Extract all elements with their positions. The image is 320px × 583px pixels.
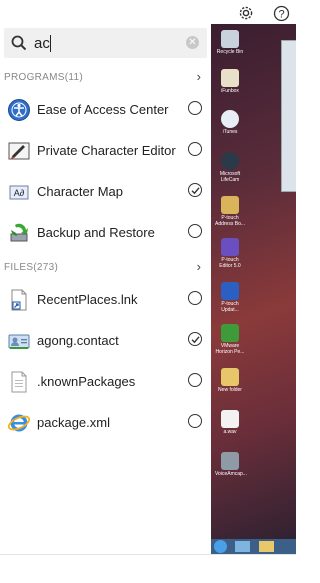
contact-file-icon: [7, 329, 31, 353]
files-expand-chevron-icon[interactable]: ›: [197, 259, 201, 274]
desktop-background: Recycle Bin iFunbox iTunes Microsoft Lif…: [211, 24, 296, 554]
program-label: Backup and Restore: [37, 225, 155, 240]
taskbar-ie-icon[interactable]: [235, 541, 250, 552]
programs-section-header: PROGRAMS(11): [4, 72, 83, 83]
ptouch-address-icon: [221, 196, 239, 214]
voiceamcap-icon: [221, 452, 239, 470]
select-radio[interactable]: [188, 142, 202, 156]
bottom-bar: [0, 554, 296, 583]
desktop-icon-a-wav[interactable]: a.wav: [215, 410, 245, 435]
desktop-icon-ptouch-editor[interactable]: P-touch Editor 5.0: [215, 238, 245, 269]
file-label: package.xml: [37, 415, 110, 430]
program-row-character-map[interactable]: A∂ Character Map: [0, 172, 211, 212]
ease-of-access-icon: [7, 98, 31, 122]
svg-text:A∂: A∂: [14, 188, 25, 198]
search-results-panel: ac ✕ PROGRAMS(11) › Ease of Access Cente…: [0, 24, 211, 554]
files-section-header: FILES(273): [4, 262, 59, 273]
select-radio[interactable]: [188, 291, 202, 305]
ptouch-update-icon: [221, 282, 239, 300]
windows-taskbar: [211, 539, 296, 554]
lifecam-icon: [221, 152, 239, 170]
file-label: agong.contact: [37, 333, 119, 348]
folder-icon: [221, 368, 239, 386]
search-box[interactable]: ac ✕: [4, 28, 207, 58]
top-bar: ?: [0, 0, 296, 24]
desktop-icon-ifunbox[interactable]: iFunbox: [215, 69, 245, 94]
recycle-bin-icon: [221, 30, 239, 48]
program-row-backup-and-restore[interactable]: Backup and Restore: [0, 213, 211, 253]
desktop-icon-ptouch-update[interactable]: P-touch Updat...: [215, 282, 245, 313]
file-row-package-xml[interactable]: package.xml: [0, 403, 211, 443]
background-window: [281, 40, 296, 192]
vmware-icon: [221, 324, 239, 342]
desktop-icon-vmware[interactable]: VMware Horizon Pe...: [215, 324, 245, 355]
taskbar-folder-icon[interactable]: [259, 541, 274, 552]
program-label: Ease of Access Center: [37, 102, 169, 117]
file-row-recentplaces[interactable]: RecentPlaces.lnk: [0, 280, 211, 320]
ifunbox-icon: [221, 69, 239, 87]
programs-expand-chevron-icon[interactable]: ›: [197, 69, 201, 84]
program-row-private-character-editor[interactable]: Private Character Editor: [0, 131, 211, 171]
private-character-editor-icon: [7, 139, 31, 163]
select-radio[interactable]: [188, 414, 202, 428]
select-radio[interactable]: [188, 224, 202, 238]
selected-radio[interactable]: [188, 183, 202, 197]
file-label: .knownPackages: [37, 374, 136, 389]
help-icon[interactable]: ?: [272, 4, 290, 22]
selected-radio[interactable]: [188, 332, 202, 346]
select-radio[interactable]: [188, 101, 202, 115]
file-row-knownpackages[interactable]: .knownPackages: [0, 362, 211, 402]
desktop-icon-voiceamcap[interactable]: VoiceAmcap...: [215, 452, 247, 477]
desktop-icon-recycle-bin[interactable]: Recycle Bin: [215, 30, 245, 55]
desktop-icon-lifecam[interactable]: Microsoft LifeCam: [215, 152, 245, 183]
search-input[interactable]: ac: [34, 35, 50, 52]
gear-icon[interactable]: [237, 4, 255, 22]
program-row-ease-of-access[interactable]: Ease of Access Center: [0, 90, 211, 130]
select-radio[interactable]: [188, 373, 202, 387]
generic-file-icon: [7, 370, 31, 394]
clear-search-icon[interactable]: ✕: [186, 36, 199, 49]
itunes-icon: [221, 110, 239, 128]
svg-text:?: ?: [278, 8, 284, 20]
internet-explorer-icon: [7, 411, 31, 435]
desktop-icon-ptouch-address[interactable]: P-touch Address Bo...: [215, 196, 245, 227]
ptouch-editor-icon: [221, 238, 239, 256]
shortcut-file-icon: [7, 288, 31, 312]
text-caret: [50, 35, 51, 52]
character-map-icon: A∂: [7, 180, 31, 204]
search-icon: [10, 34, 28, 57]
program-label: Character Map: [37, 184, 123, 199]
desktop-icon-new-folder[interactable]: New folder: [215, 368, 245, 393]
file-label: RecentPlaces.lnk: [37, 292, 138, 307]
desktop-icon-itunes[interactable]: iTunes: [215, 110, 245, 135]
program-label: Private Character Editor: [37, 143, 176, 158]
backup-and-restore-icon: [7, 221, 31, 245]
file-row-agong-contact[interactable]: agong.contact: [0, 321, 211, 361]
audio-file-icon: [221, 410, 239, 428]
start-button-icon[interactable]: [214, 540, 227, 553]
